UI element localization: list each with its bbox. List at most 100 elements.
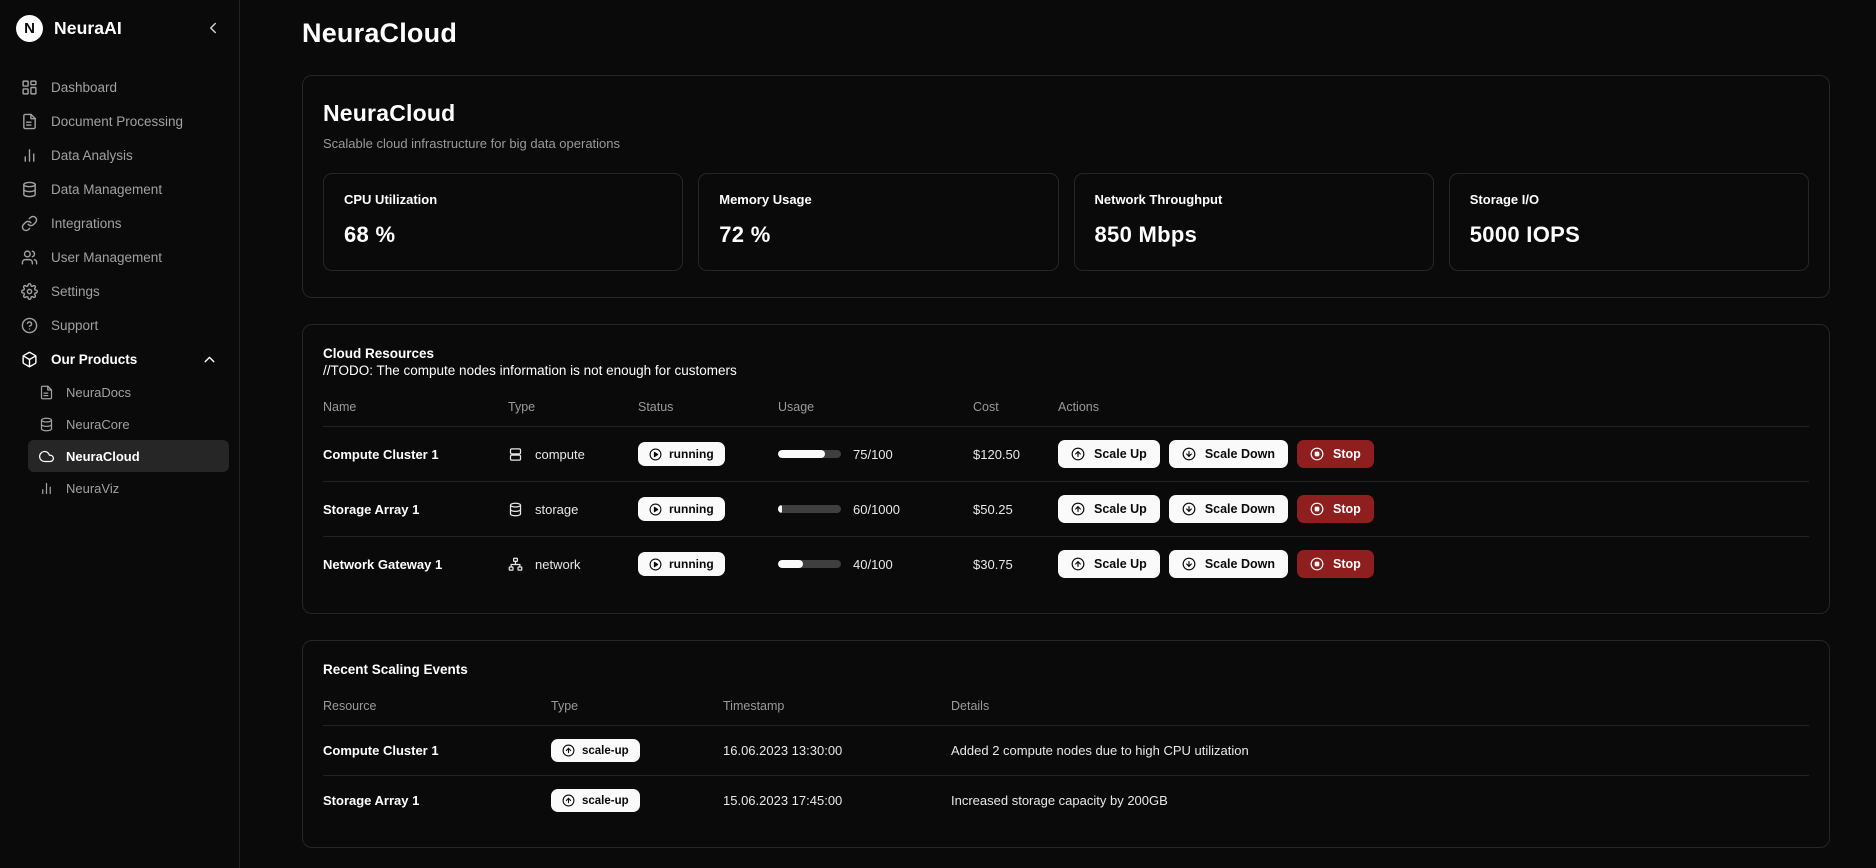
resource-usage-cell: 75/100: [778, 427, 973, 482]
column-header-cost: Cost: [973, 400, 999, 414]
column-header-name: Name: [323, 400, 357, 414]
event-resource: Storage Array 1: [323, 793, 420, 808]
stop-label: Stop: [1332, 557, 1361, 571]
resource-cost: $50.25: [973, 501, 1013, 517]
column-header-details: Details: [951, 699, 990, 713]
event-type-cell: scale-up: [551, 776, 723, 826]
table-header-row: Name Type Status Usage Cost Actions: [323, 378, 1809, 427]
usage-text: 75/100: [853, 446, 893, 462]
sidebar-item-document-processing[interactable]: Document Processing: [10, 104, 229, 138]
recent-scaling-events-table: Resource Type Timestamp Details Compute …: [323, 677, 1809, 825]
sidebar-item-label: Settings: [51, 283, 100, 299]
event-type-badge: scale-up: [551, 789, 640, 812]
chevron-up-icon[interactable]: [201, 351, 218, 368]
scale-up-label: Scale Up: [1094, 557, 1147, 571]
event-type-cell: scale-up: [551, 726, 723, 776]
metric-label: CPU Utilization: [344, 192, 438, 207]
chevron-left-icon[interactable]: [203, 18, 223, 38]
scale-up-button[interactable]: Scale Up: [1058, 440, 1160, 468]
sidebar-item-neuraviz[interactable]: NeuraViz: [28, 472, 229, 504]
resource-usage-cell: 40/100: [778, 537, 973, 592]
sidebar-group-label: Our Products: [51, 351, 138, 367]
sidebar-item-neuracloud[interactable]: NeuraCloud: [28, 440, 229, 472]
status-label: running: [669, 502, 714, 516]
arrow-down-circle-icon: [1182, 447, 1196, 461]
play-circle-icon: [649, 503, 662, 516]
play-circle-icon: [649, 448, 662, 461]
document-icon: [21, 113, 38, 130]
metric-label: Memory Usage: [719, 192, 812, 207]
recent-scaling-events-card: Recent Scaling Events Resource Type Time…: [302, 640, 1830, 848]
resource-type-cell: storage: [508, 482, 638, 537]
resource-name: Storage Array 1: [323, 501, 420, 517]
resource-name: Compute Cluster 1: [323, 446, 439, 462]
status-badge: running: [638, 552, 725, 576]
sidebar-item-label: Document Processing: [51, 113, 184, 129]
event-type-badge: scale-up: [551, 739, 640, 762]
sidebar-item-support[interactable]: Support: [10, 308, 229, 342]
server-icon: [508, 447, 523, 462]
event-details: Increased storage capacity by 200GB: [951, 793, 1168, 808]
bar-chart-icon: [21, 147, 38, 164]
sidebar-item-label: Dashboard: [51, 79, 118, 95]
metric-label: Network Throughput: [1094, 192, 1223, 207]
event-type-label: scale-up: [582, 794, 629, 807]
document-icon: [39, 385, 54, 400]
scale-up-label: Scale Up: [1094, 447, 1147, 461]
scale-down-button[interactable]: Scale Down: [1168, 550, 1288, 578]
scale-up-button[interactable]: Scale Up: [1058, 495, 1160, 523]
brand-logo: N: [16, 14, 43, 42]
box-icon: [21, 351, 38, 368]
cloud-resources-card: Cloud Resources //TODO: The compute node…: [302, 324, 1830, 614]
sidebar-item-data-analysis[interactable]: Data Analysis: [10, 138, 229, 172]
sidebar-item-dashboard[interactable]: Dashboard: [10, 70, 229, 104]
sidebar-subitem-label: NeuraDocs: [66, 384, 132, 400]
usage-progress-bar: [778, 560, 841, 568]
scale-up-button[interactable]: Scale Up: [1058, 550, 1160, 578]
main-content: NeuraCloud NeuraCloud Scalable cloud inf…: [240, 0, 1876, 868]
stop-button[interactable]: Stop: [1296, 440, 1374, 468]
cloud-icon: [39, 449, 54, 464]
cloud-resources-title: Cloud Resources: [323, 346, 435, 361]
sidebar-item-settings[interactable]: Settings: [10, 274, 229, 308]
sidebar-item-label: Integrations: [51, 215, 122, 231]
stop-button[interactable]: Stop: [1296, 550, 1374, 578]
sidebar-subitem-label: NeuraViz: [66, 480, 120, 496]
scale-up-label: Scale Up: [1094, 502, 1147, 516]
overview-title: NeuraCloud: [323, 100, 456, 126]
arrow-down-circle-icon: [1182, 557, 1196, 571]
status-label: running: [669, 447, 714, 461]
table-row: Storage Array 1 storage running 60/1000 …: [323, 481, 1809, 537]
resource-type-label: storage: [535, 501, 579, 517]
column-header-status: Status: [638, 400, 674, 414]
resource-type-cell: network: [508, 537, 638, 592]
arrow-up-circle-icon: [562, 794, 575, 807]
metric-value: 5000 IOPS: [1469, 222, 1581, 247]
sidebar-item-label: Data Analysis: [51, 147, 133, 163]
metric-card-cpu-utilization: CPU Utilization 68 %: [323, 173, 684, 271]
stop-button[interactable]: Stop: [1296, 495, 1374, 523]
table-row: Compute Cluster 1 scale-up 16.06.2023 13…: [323, 725, 1809, 776]
metrics-row: CPU Utilization 68 % Memory Usage 72 % N…: [323, 173, 1809, 271]
status-badge: running: [638, 497, 725, 521]
sidebar-item-neuradocs[interactable]: NeuraDocs: [28, 376, 229, 408]
database-icon: [39, 417, 54, 432]
sidebar-item-neuracore[interactable]: NeuraCore: [28, 408, 229, 440]
event-timestamp: 16.06.2023 13:30:00: [723, 743, 843, 758]
cloud-resources-note: //TODO: The compute nodes information is…: [323, 363, 737, 378]
sidebar-item-user-management[interactable]: User Management: [10, 240, 229, 274]
page-title: NeuraCloud: [302, 18, 458, 48]
play-circle-icon: [649, 558, 662, 571]
resource-type-label: network: [535, 556, 581, 572]
scale-down-button[interactable]: Scale Down: [1168, 440, 1288, 468]
scale-down-button[interactable]: Scale Down: [1168, 495, 1288, 523]
help-circle-icon: [21, 317, 38, 334]
sidebar-item-integrations[interactable]: Integrations: [10, 206, 229, 240]
sidebar-group-our-products[interactable]: Our Products: [10, 342, 229, 376]
cloud-resources-table: Name Type Status Usage Cost Actions Comp…: [323, 378, 1809, 591]
link-icon: [21, 215, 38, 232]
column-header-timestamp: Timestamp: [723, 699, 785, 713]
event-type-label: scale-up: [582, 744, 629, 757]
sidebar-item-label: User Management: [51, 249, 163, 265]
sidebar-item-data-management[interactable]: Data Management: [10, 172, 229, 206]
